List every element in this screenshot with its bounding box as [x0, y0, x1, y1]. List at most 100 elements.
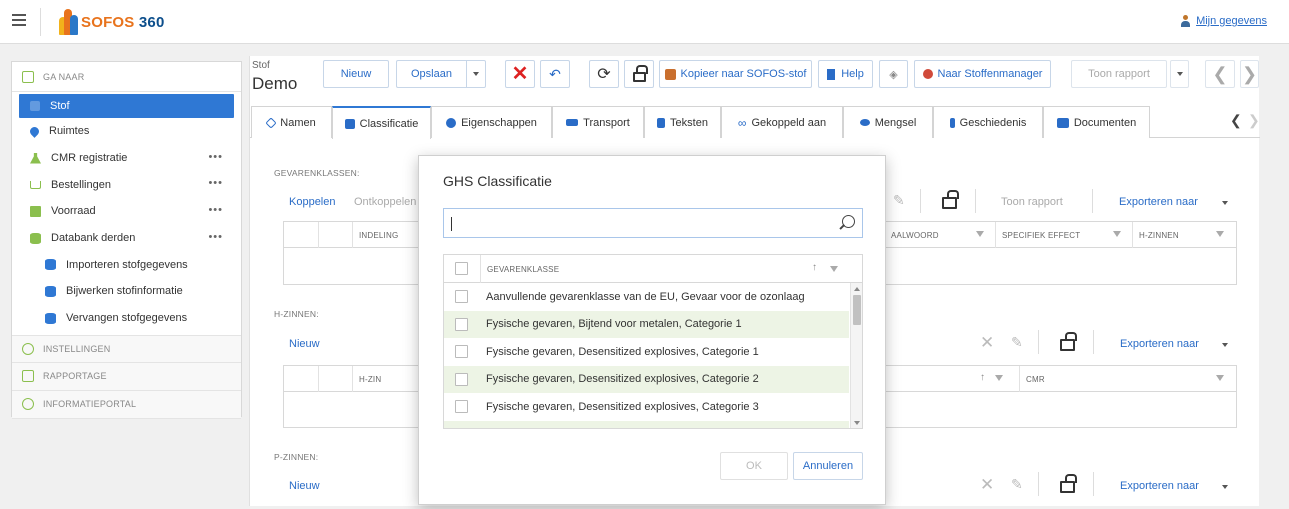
scroll-down-icon[interactable] [854, 421, 860, 425]
connect-link[interactable]: Koppelen [289, 196, 336, 208]
scroll-thumb[interactable] [853, 295, 861, 325]
list-item[interactable]: Fysische gevaren, Bijtend voor metalen, … [444, 310, 849, 338]
lock-icon[interactable] [942, 190, 959, 209]
tab-scroll-left-icon[interactable]: ❮ [1230, 112, 1242, 129]
tab-teksten[interactable]: Teksten [644, 106, 721, 138]
tab-documenten[interactable]: Documenten [1043, 106, 1150, 138]
delete-icon[interactable]: ✕ [980, 334, 994, 351]
ok-button[interactable]: OK [720, 452, 788, 480]
select-all-checkbox[interactable] [455, 262, 468, 275]
sidebar-item-cmr[interactable]: CMR registratie ••• [12, 145, 241, 172]
list-item[interactable]: Fysische gevaren, Desensitized explosive… [444, 338, 849, 366]
row-checkbox[interactable] [455, 400, 468, 413]
save-dropdown-button[interactable] [466, 60, 486, 88]
sidebar-item-bijwerken[interactable]: Bijwerken stofinformatie [12, 278, 241, 305]
sidebar-item-ruimtes[interactable]: Ruimtes [12, 118, 241, 145]
list-item[interactable] [444, 420, 849, 428]
chevron-down-icon[interactable] [1222, 201, 1228, 205]
sort-ascending-icon[interactable]: ↑ [980, 372, 985, 383]
view-button[interactable]: ◈ [879, 60, 908, 88]
tab-transport[interactable]: Transport [552, 106, 644, 138]
column-signaalwoord[interactable]: AALWOORD [884, 222, 987, 248]
filter-icon[interactable] [995, 375, 1003, 381]
next-button[interactable]: ❯ [1240, 60, 1259, 88]
row-checkbox[interactable] [455, 317, 468, 331]
tab-eigenschappen[interactable]: Eigenschappen [431, 106, 552, 138]
show-report-link[interactable]: Toon rapport [1001, 196, 1063, 208]
search-icon[interactable] [842, 215, 855, 228]
more-icon[interactable]: ••• [208, 205, 223, 216]
edit-icon[interactable]: ✎ [1011, 477, 1023, 491]
more-icon[interactable]: ••• [208, 151, 223, 162]
filter-icon[interactable] [1113, 231, 1121, 237]
filter-icon[interactable] [976, 231, 984, 237]
tab-scroll-right-icon[interactable]: ❯ [1248, 112, 1260, 129]
to-stoffenmanager-button[interactable]: Naar Stoffenmanager [914, 60, 1051, 88]
list-item[interactable]: Aanvullende gevarenklasse van de EU, Gev… [444, 283, 849, 311]
lock-icon[interactable] [1060, 332, 1077, 351]
filter-icon[interactable] [1216, 375, 1224, 381]
row-checkbox[interactable] [455, 345, 468, 358]
delete-button[interactable]: ✕ [505, 60, 535, 88]
sidebar-item-databank-derden[interactable]: Databank derden ••• [12, 225, 241, 252]
row-checkbox[interactable] [455, 290, 468, 303]
gevarenklasse-list: GEVARENKLASSE ↑ Aanvullende gevarenklass… [443, 254, 863, 429]
search-input[interactable] [443, 208, 863, 238]
cancel-button[interactable]: Annuleren [793, 452, 863, 480]
delete-icon[interactable]: ✕ [980, 476, 994, 493]
sidebar-section-informatieportal[interactable]: INFORMATIEPORTAL [12, 390, 241, 419]
disconnect-link[interactable]: Ontkoppelen [354, 196, 416, 208]
logo[interactable]: SOFOS 360 [58, 8, 165, 36]
filter-icon[interactable] [1216, 231, 1224, 237]
tab-classificatie[interactable]: Classificatie [332, 106, 431, 139]
report-dropdown-button[interactable] [1170, 60, 1189, 88]
sidebar-section-instellingen[interactable]: INSTELLINGEN [12, 334, 241, 363]
list-scrollbar[interactable] [850, 283, 862, 428]
more-icon[interactable]: ••• [208, 231, 223, 242]
menu-icon[interactable] [12, 14, 26, 26]
my-details-link[interactable]: Mijn gegevens [1181, 15, 1267, 27]
list-item[interactable]: Fysische gevaren, Desensitized explosive… [444, 393, 849, 421]
sidebar-section-rapportage[interactable]: RAPPORTAGE [12, 362, 241, 391]
edit-icon[interactable]: ✎ [893, 193, 905, 207]
list-item[interactable]: Fysische gevaren, Desensitized explosive… [444, 365, 849, 393]
show-report-button[interactable]: Toon rapport [1071, 60, 1167, 88]
sidebar-item-voorraad[interactable]: Voorraad ••• [12, 198, 241, 225]
undo-button[interactable]: ↶ [540, 60, 570, 88]
help-button[interactable]: Help [818, 60, 873, 88]
sidebar-item-stof[interactable]: Stof [19, 94, 234, 118]
sidebar-item-vervangen[interactable]: Vervangen stofgegevens [12, 305, 241, 332]
export-link[interactable]: Exporteren naar [1120, 480, 1199, 492]
row-checkbox[interactable] [455, 427, 468, 428]
refresh-button[interactable]: ⟳ [589, 60, 619, 88]
sidebar-item-bestellingen[interactable]: Bestellingen ••• [12, 171, 241, 198]
row-checkbox[interactable] [455, 372, 468, 386]
new-h-zin-link[interactable]: Nieuw [289, 338, 320, 350]
sidebar-item-importeren[interactable]: Importeren stofgegevens [12, 251, 241, 278]
new-button[interactable]: Nieuw [323, 60, 389, 88]
sidebar-section-goto[interactable]: GA NAAR [12, 62, 241, 92]
export-link[interactable]: Exporteren naar [1119, 196, 1198, 208]
sort-ascending-icon[interactable]: ↑ [812, 262, 817, 273]
lock-icon[interactable] [1060, 474, 1077, 493]
filter-icon[interactable] [830, 266, 838, 272]
tab-mengsel[interactable]: Mengsel [843, 106, 933, 138]
tab-geschiedenis[interactable]: Geschiedenis [933, 106, 1043, 138]
save-button[interactable]: Opslaan [396, 60, 466, 88]
column-cmr[interactable]: CMR [1019, 366, 1237, 392]
tab-namen[interactable]: Namen [251, 106, 332, 138]
export-link[interactable]: Exporteren naar [1120, 338, 1199, 350]
chevron-down-icon[interactable] [1222, 343, 1228, 347]
chevron-down-icon[interactable] [1222, 485, 1228, 489]
more-icon[interactable]: ••• [208, 178, 223, 189]
database-import-icon [45, 259, 56, 271]
copy-to-sofos-button[interactable]: Kopieer naar SOFOS-stof [659, 60, 812, 88]
previous-button[interactable]: ❮ [1205, 60, 1235, 88]
tab-gekoppeld-aan[interactable]: ∞ Gekoppeld aan [721, 106, 843, 138]
column-specifiek-effect[interactable]: SPECIFIEK EFFECT [995, 222, 1132, 248]
column-gevarenklasse[interactable]: GEVARENKLASSE [480, 255, 851, 283]
new-p-zin-link[interactable]: Nieuw [289, 480, 320, 492]
lock-button[interactable] [624, 60, 654, 88]
edit-icon[interactable]: ✎ [1011, 335, 1023, 349]
scroll-up-icon[interactable] [854, 287, 860, 291]
